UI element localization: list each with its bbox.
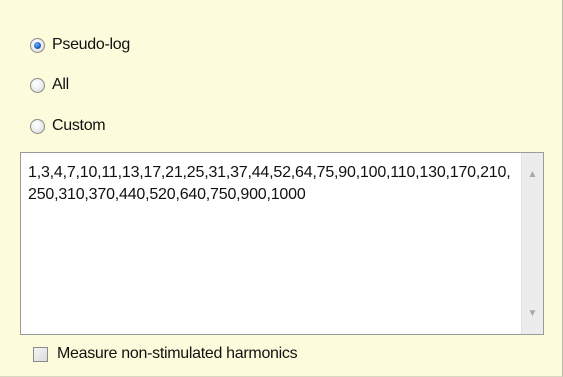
scroll-up-icon[interactable]: ▲ — [522, 165, 543, 185]
custom-harmonics-text[interactable]: 1,3,4,7,10,11,13,17,21,25,31,37,44,52,64… — [28, 162, 515, 206]
custom-option[interactable]: Custom — [30, 114, 106, 138]
all-radio[interactable] — [30, 77, 45, 93]
custom-harmonics-textbox[interactable]: 1,3,4,7,10,11,13,17,21,25,31,37,44,52,64… — [20, 152, 544, 335]
textbox-scrollbar[interactable]: ▲ ▼ — [521, 153, 543, 334]
all-label: All — [52, 76, 69, 93]
harmonics-settings-panel: Pseudo-log All Custom 1,3,4,7,10,11,13,1… — [0, 0, 563, 377]
measure-non-stimulated-checkbox[interactable] — [33, 346, 48, 362]
custom-radio[interactable] — [30, 118, 45, 134]
measure-non-stimulated-label: Measure non-stimulated harmonics — [57, 345, 298, 362]
all-option[interactable]: All — [30, 73, 69, 97]
custom-label: Custom — [52, 117, 106, 134]
pseudo-log-label: Pseudo-log — [52, 36, 130, 53]
pseudo-log-radio[interactable] — [30, 37, 45, 53]
measure-non-stimulated-option[interactable]: Measure non-stimulated harmonics — [33, 342, 298, 366]
pseudo-log-option[interactable]: Pseudo-log — [30, 33, 130, 57]
scroll-down-icon[interactable]: ▼ — [522, 304, 543, 324]
